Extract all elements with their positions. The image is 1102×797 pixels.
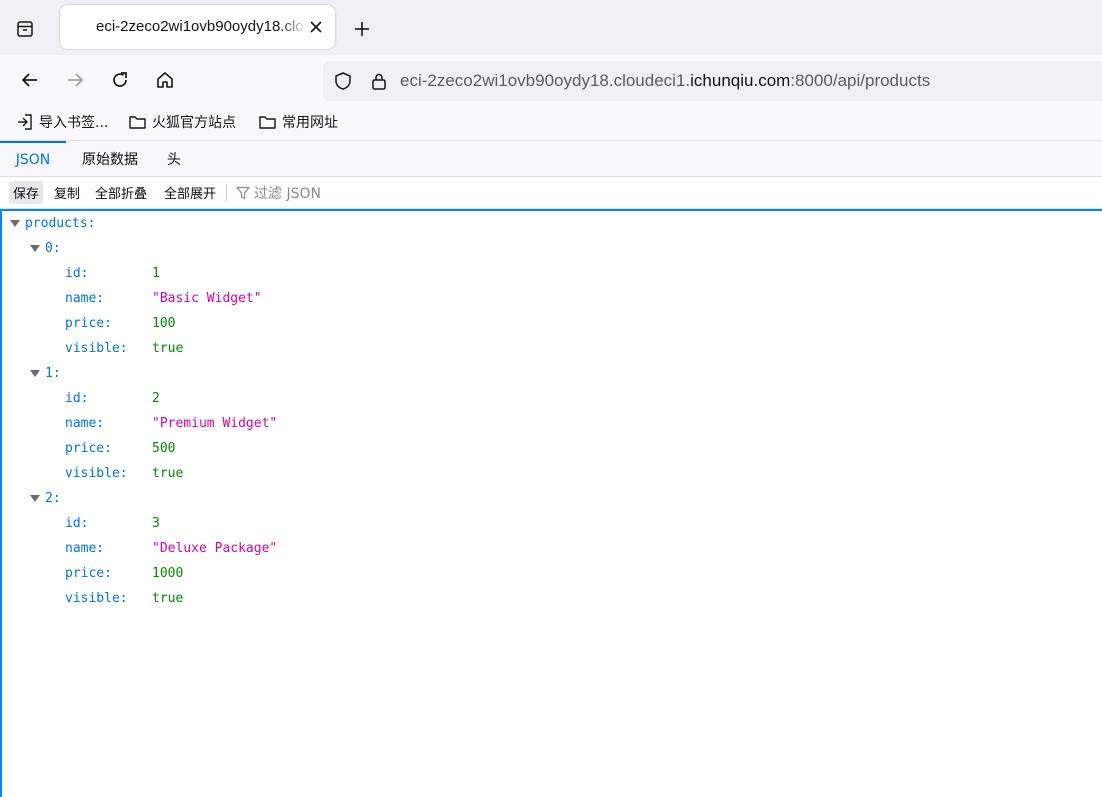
expand-all-button[interactable]: 全部展开 — [160, 181, 220, 204]
bookmark-import[interactable]: 导入书签... — [16, 111, 108, 133]
json-key: price: — [65, 566, 112, 581]
tree-row[interactable]: visible: true — [65, 336, 183, 361]
collapse-all-button[interactable]: 全部折叠 — [91, 181, 151, 204]
bookmarks-toolbar: 导入书签... 火狐官方站点 常用网址 — [0, 105, 1102, 141]
json-toolbar: 保存 复制 全部折叠 全部展开 过滤 JSON — [0, 177, 1102, 209]
forward-button[interactable] — [61, 66, 89, 94]
address-bar[interactable]: eci-2zeco2wi1ovb90oydy18.cloudeci1.ichun… — [323, 61, 1102, 101]
lock-icon[interactable] — [369, 71, 389, 91]
tab-raw-data[interactable]: 原始数据 — [70, 141, 150, 176]
json-key: name: — [65, 416, 105, 431]
json-key: 2: — [45, 491, 61, 506]
json-value: 100 — [152, 316, 176, 331]
tree-row[interactable]: visible: true — [65, 461, 183, 486]
json-key: 0: — [45, 241, 61, 256]
json-value: "Premium Widget" — [152, 416, 278, 431]
tab-list-button[interactable] — [11, 16, 39, 42]
close-icon — [310, 21, 322, 33]
tree-row[interactable]: name: "Premium Widget" — [65, 411, 277, 436]
new-tab-button[interactable] — [348, 15, 376, 43]
filter-json-input[interactable]: 过滤 JSON — [236, 181, 321, 204]
collapse-twisty-icon[interactable] — [30, 245, 40, 252]
json-value: "Basic Widget" — [152, 291, 262, 306]
folder-icon — [259, 116, 276, 129]
bookmark-folder-common[interactable]: 常用网址 — [258, 111, 338, 133]
tree-row[interactable]: id: 2 — [65, 386, 160, 411]
tree-row[interactable]: id: 3 — [65, 511, 160, 536]
json-value: true — [152, 466, 184, 481]
json-key: price: — [65, 316, 112, 331]
tree-row-index[interactable]: 2: — [45, 486, 61, 511]
tab-strip: eci-2zeco2wi1ovb90oydy18.cloudeci1.ichun… — [0, 0, 1102, 55]
json-key: visible: — [65, 466, 128, 481]
json-value: 3 — [152, 516, 160, 531]
json-value: "Deluxe Package" — [152, 541, 278, 556]
tab-json[interactable]: JSON — [0, 141, 66, 176]
tree-row[interactable]: price: 100 — [65, 311, 175, 336]
json-key: visible: — [65, 341, 128, 356]
plus-icon — [355, 22, 369, 36]
url-text[interactable]: eci-2zeco2wi1ovb90oydy18.cloudeci1.ichun… — [400, 71, 930, 91]
json-key: id: — [65, 391, 89, 406]
bookmark-label: 火狐官方站点 — [152, 115, 236, 131]
json-value: 2 — [152, 391, 160, 406]
json-value: true — [152, 591, 184, 606]
json-value: 1000 — [152, 566, 184, 581]
tab-title: eci-2zeco2wi1ovb90oydy18.cloudeci1.ichun… — [96, 18, 306, 35]
bookmark-label: 导入书签... — [39, 115, 109, 131]
json-key: products: — [25, 216, 96, 231]
folder-icon — [129, 116, 146, 129]
json-key: name: — [65, 291, 105, 306]
navigation-bar: eci-2zeco2wi1ovb90oydy18.cloudeci1.ichun… — [0, 55, 1102, 105]
json-key: id: — [65, 516, 89, 531]
active-tab[interactable]: eci-2zeco2wi1ovb90oydy18.cloudeci1.ichun… — [60, 5, 335, 49]
collapse-twisty-icon[interactable] — [30, 495, 40, 502]
tree-row-index[interactable]: 0: — [45, 236, 61, 261]
tab-list-icon — [17, 21, 33, 37]
json-value: 1 — [152, 266, 160, 281]
url-prefix: eci-2zeco2wi1ovb90oydy18.cloudeci1. — [400, 71, 691, 90]
json-key: visible: — [65, 591, 128, 606]
url-domain: ichunqiu.com — [690, 71, 791, 90]
json-value: 500 — [152, 441, 176, 456]
reload-button[interactable] — [106, 66, 134, 94]
tree-row[interactable]: id: 1 — [65, 261, 160, 286]
json-key: 1: — [45, 366, 61, 381]
json-key: price: — [65, 441, 112, 456]
url-suffix: :8000/api/products — [790, 71, 931, 90]
tab-close-button[interactable] — [307, 18, 325, 36]
forward-arrow-icon — [68, 73, 84, 87]
toolbar-divider — [226, 184, 227, 201]
json-viewer-tabs: JSON 原始数据 头 — [0, 141, 1102, 177]
tree-row-products[interactable]: products: — [25, 211, 95, 236]
tree-row[interactable]: visible: true — [65, 586, 183, 611]
home-button[interactable] — [151, 66, 179, 94]
bookmark-label: 常用网址 — [282, 115, 338, 131]
back-button[interactable] — [16, 66, 44, 94]
save-button[interactable]: 保存 — [9, 181, 44, 204]
back-arrow-icon — [21, 73, 37, 87]
import-icon — [18, 114, 32, 130]
tree-row[interactable]: price: 500 — [65, 436, 175, 461]
bookmark-folder-firefox[interactable]: 火狐官方站点 — [128, 111, 236, 133]
json-tree: products: 0: id: 1 name: "Basic Widget" pr… — [0, 209, 1102, 797]
collapse-twisty-icon[interactable] — [10, 220, 20, 227]
tree-row-index[interactable]: 1: — [45, 361, 61, 386]
tab-headers[interactable]: 头 — [156, 141, 192, 176]
tree-row[interactable]: price: 1000 — [65, 561, 183, 586]
reload-icon — [113, 72, 127, 87]
json-key: name: — [65, 541, 105, 556]
copy-button[interactable]: 复制 — [50, 181, 84, 204]
filter-icon — [236, 186, 250, 199]
tree-row[interactable]: name: "Basic Widget" — [65, 286, 262, 311]
json-value: true — [152, 341, 184, 356]
shield-icon[interactable] — [333, 71, 353, 91]
filter-placeholder: 过滤 JSON — [254, 185, 321, 202]
json-key: id: — [65, 266, 89, 281]
collapse-twisty-icon[interactable] — [30, 370, 40, 377]
tree-row[interactable]: name: "Deluxe Package" — [65, 536, 277, 561]
home-icon — [157, 72, 173, 88]
